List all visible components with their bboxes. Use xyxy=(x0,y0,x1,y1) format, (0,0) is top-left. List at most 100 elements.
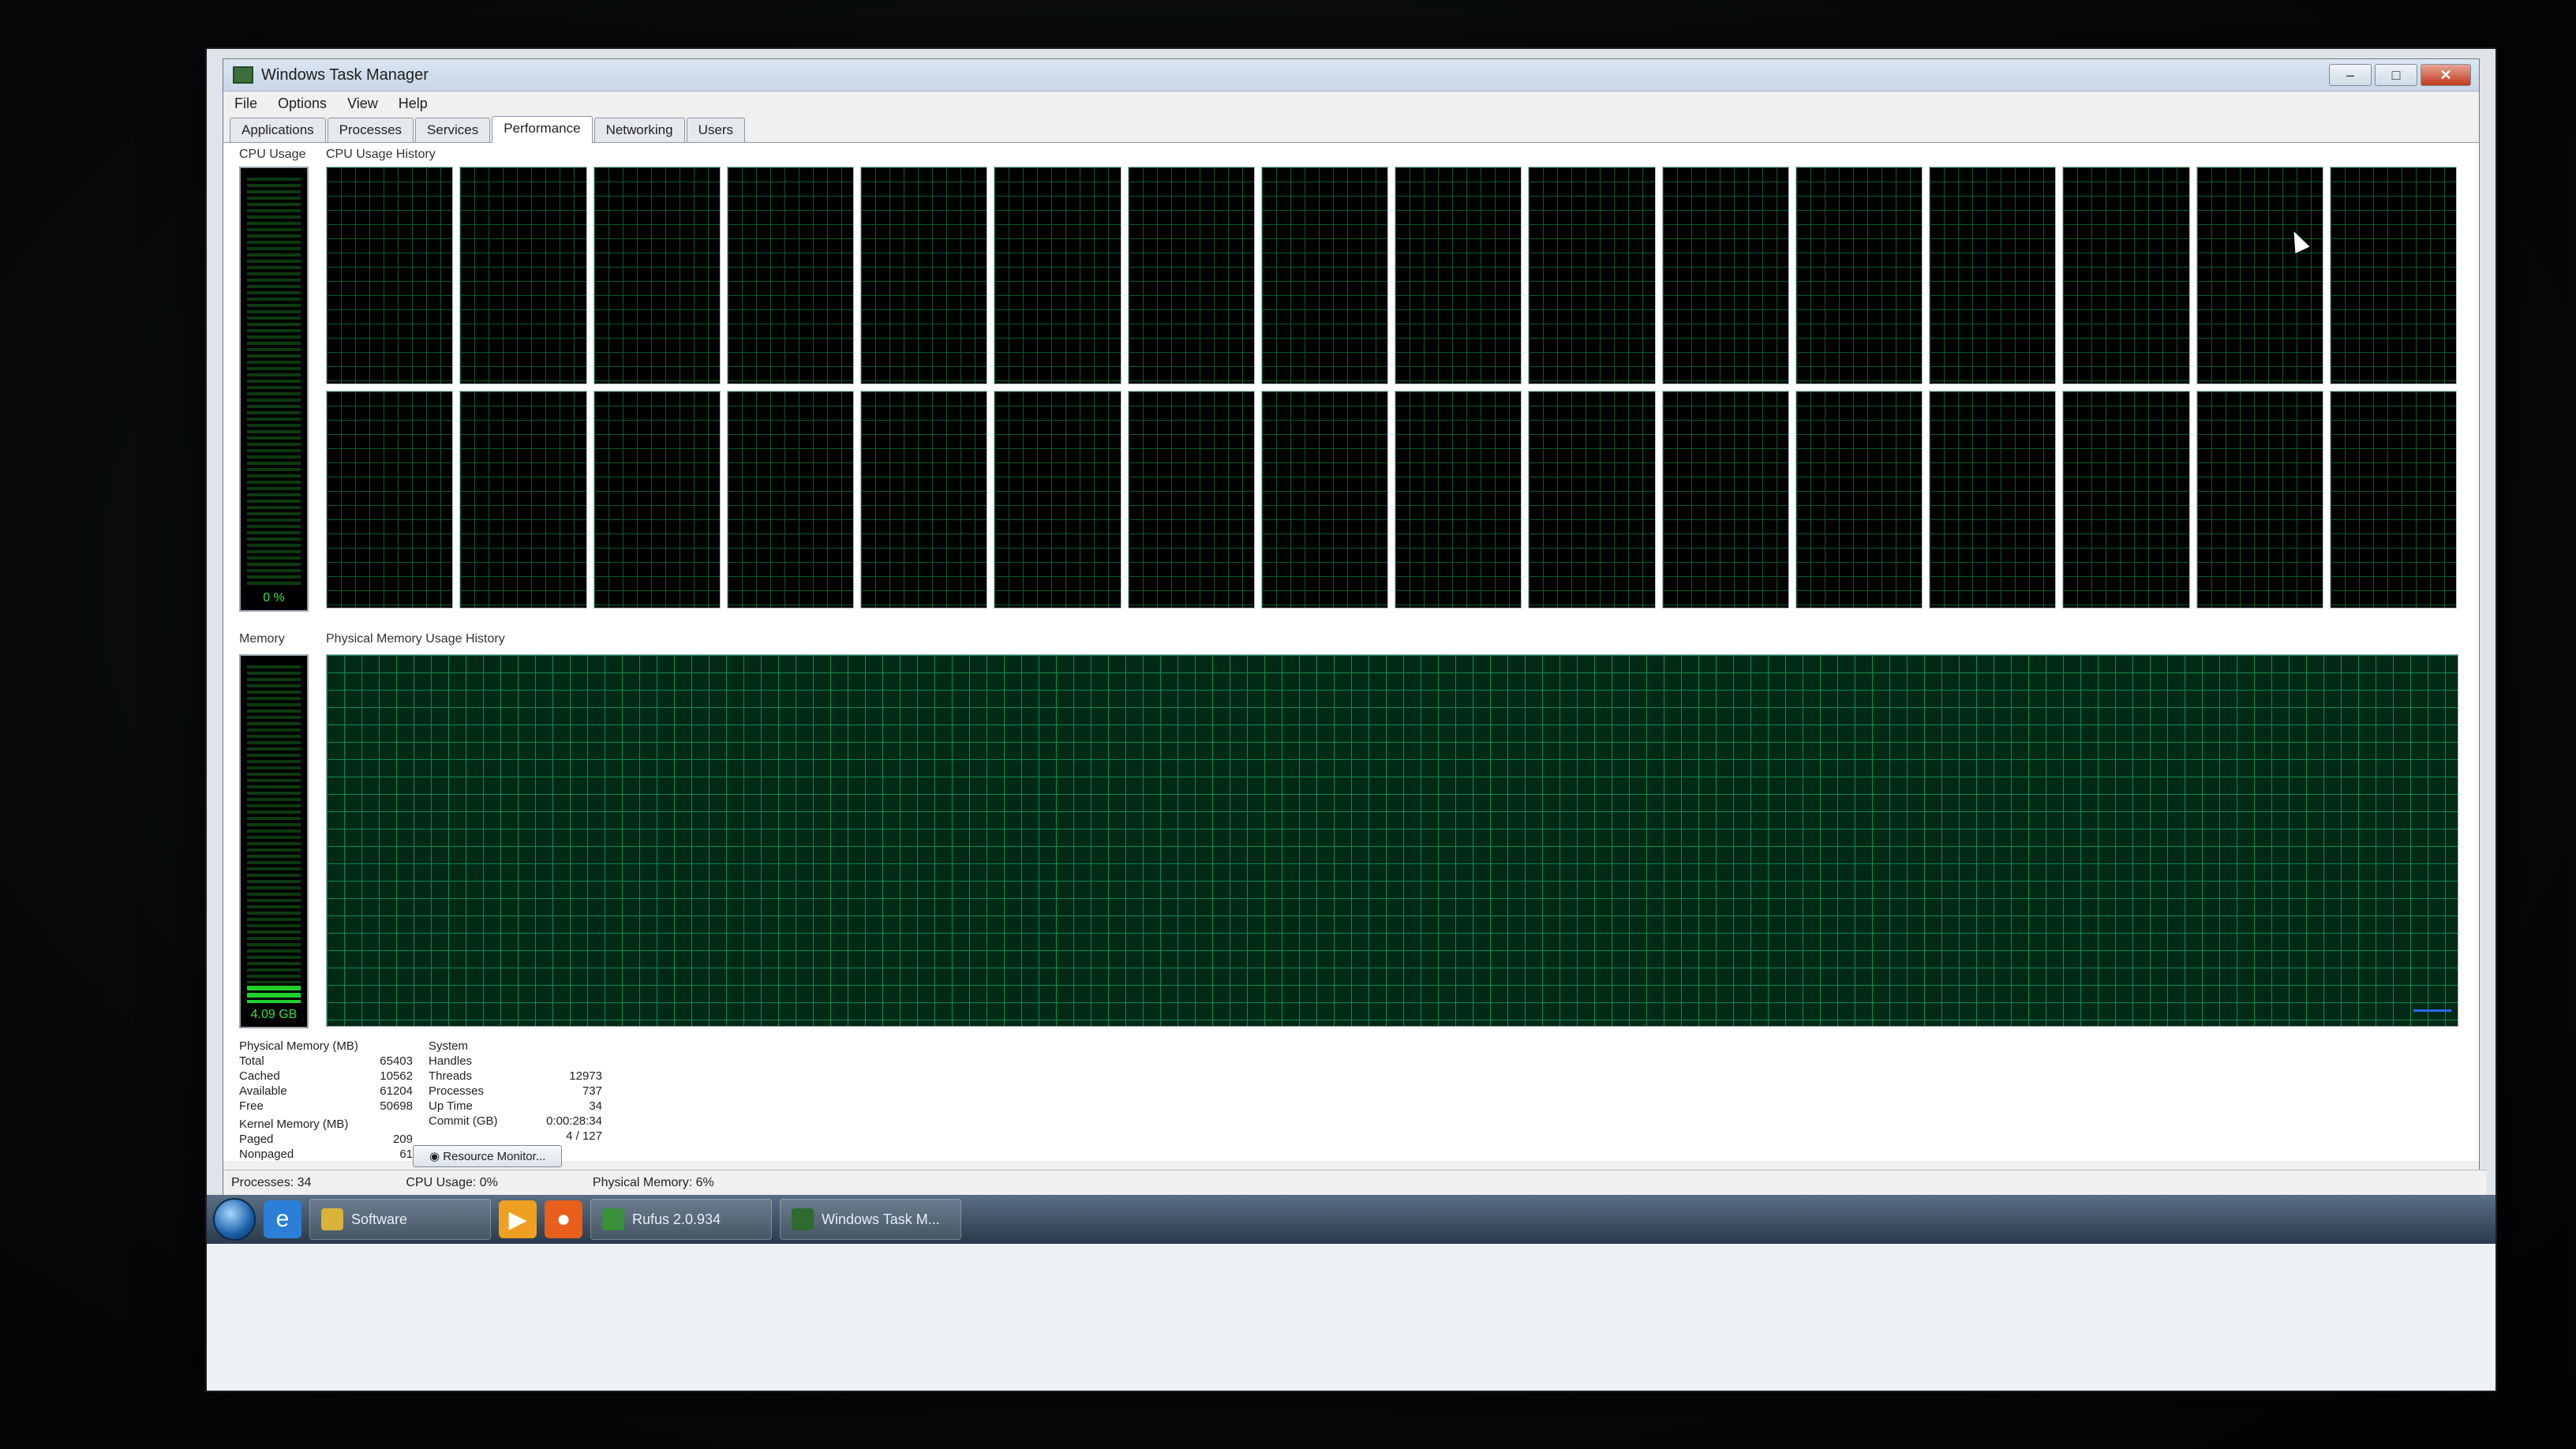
cpu-core-graph xyxy=(2196,391,2323,608)
status-physical-memory: Physical Memory: 6% xyxy=(592,1176,714,1189)
window-controls: – □ ✕ xyxy=(2329,64,2471,86)
cpu-core-graph xyxy=(726,391,854,608)
memory-meter: 4.09 GB xyxy=(239,654,309,1028)
stat-value xyxy=(531,1054,602,1068)
stat-value: 737 xyxy=(582,1084,602,1098)
taskbar-item-rufus[interactable]: Rufus 2.0.934 xyxy=(590,1199,772,1240)
task-manager-app-icon xyxy=(233,66,253,84)
cpu-core-graph xyxy=(2062,391,2190,608)
window-title: Windows Task Manager xyxy=(261,66,429,84)
stat-value: 0:00:28:34 xyxy=(546,1114,602,1128)
cpu-core-graph xyxy=(1528,391,1656,608)
stat-value: 34 xyxy=(589,1099,602,1113)
stat-label: Handles xyxy=(429,1054,473,1068)
stat-label: Cached xyxy=(239,1069,280,1083)
stat-label: Paged xyxy=(239,1133,274,1146)
menu-bar: File Options View Help xyxy=(223,92,2479,115)
stat-label xyxy=(429,1129,531,1143)
desktop-area xyxy=(207,1244,2496,1391)
taskbar-item-task-manager[interactable]: Windows Task M... xyxy=(780,1199,961,1240)
taskbar-item-label: Software xyxy=(351,1211,408,1227)
status-bar: Processes: 34 CPU Usage: 0% Physical Mem… xyxy=(223,1170,2487,1196)
minimize-button[interactable]: – xyxy=(2329,64,2372,86)
menu-file[interactable]: File xyxy=(234,95,257,112)
cpu-core-graph xyxy=(1260,167,1388,384)
cpu-core-graph xyxy=(860,167,988,384)
tab-strip: Applications Processes Services Performa… xyxy=(223,115,2479,143)
stat-label: Total xyxy=(239,1054,264,1068)
memory-history-label: Physical Memory Usage History xyxy=(326,632,505,646)
cpu-core-graph xyxy=(860,391,988,608)
cpu-core-graph xyxy=(1795,391,1923,608)
taskbar-item-label: Windows Task M... xyxy=(822,1211,940,1227)
close-button[interactable]: ✕ xyxy=(2421,64,2471,86)
stat-label: Commit (GB) xyxy=(429,1114,498,1128)
cpu-core-graph xyxy=(1528,167,1656,384)
cpu-core-graph xyxy=(2329,391,2457,608)
memory-history-graph xyxy=(326,654,2458,1027)
stat-value: 209 xyxy=(392,1133,413,1146)
firefox-icon[interactable]: ● xyxy=(545,1200,582,1238)
tab-processes[interactable]: Processes xyxy=(327,118,414,142)
cpu-meter-track xyxy=(247,174,301,586)
cpu-core-graph xyxy=(326,391,454,608)
menu-view[interactable]: View xyxy=(347,95,378,112)
cpu-core-graph xyxy=(593,167,721,384)
cpu-meter-value: 0 % xyxy=(263,591,285,605)
cpu-core-graph xyxy=(326,167,454,384)
resource-monitor-icon: ◉ xyxy=(429,1150,444,1163)
status-cpu-usage: CPU Usage: 0% xyxy=(406,1176,498,1189)
cpu-core-graph xyxy=(1929,391,2057,608)
cpu-core-graph xyxy=(726,167,854,384)
stat-label: Available xyxy=(239,1084,287,1098)
cpu-core-history-grid xyxy=(326,167,2457,608)
memory-label: Memory xyxy=(239,632,285,646)
maximize-button[interactable]: □ xyxy=(2375,64,2417,86)
cpu-core-graph xyxy=(1127,391,1255,608)
cpu-core-graph xyxy=(1395,391,1522,608)
tab-applications[interactable]: Applications xyxy=(230,118,326,142)
stat-label: Up Time xyxy=(429,1099,473,1113)
cpu-core-graph xyxy=(994,391,1121,608)
stat-value: 61 xyxy=(399,1148,413,1161)
cpu-core-graph xyxy=(1395,167,1522,384)
stat-label: Processes xyxy=(429,1084,485,1098)
stat-value: 61204 xyxy=(380,1084,413,1098)
taskbar-item-software[interactable]: Software xyxy=(309,1199,491,1240)
menu-options[interactable]: Options xyxy=(278,95,327,112)
physical-memory-stats: Physical Memory (MB) Total 65403 Cached 10… xyxy=(239,1035,413,1161)
tab-users[interactable]: Users xyxy=(686,118,746,142)
tab-performance[interactable]: Performance xyxy=(492,116,593,143)
internet-explorer-icon[interactable]: e xyxy=(264,1200,301,1238)
stat-value: 10562 xyxy=(380,1069,413,1083)
cpu-usage-label: CPU Usage xyxy=(239,148,306,161)
menu-help[interactable]: Help xyxy=(399,95,428,112)
cpu-core-graph xyxy=(459,167,587,384)
memory-history-line xyxy=(2413,1009,2451,1012)
stat-value: 4 / 127 xyxy=(566,1129,602,1143)
title-bar[interactable]: Windows Task Manager – □ ✕ xyxy=(223,59,2479,92)
physical-memory-heading: Physical Memory (MB) xyxy=(239,1039,358,1053)
stat-label: Nonpaged xyxy=(239,1148,294,1161)
stat-label: Threads xyxy=(429,1069,473,1083)
tab-services[interactable]: Services xyxy=(415,118,491,142)
cpu-core-graph xyxy=(2062,167,2190,384)
cpu-core-graph xyxy=(459,391,587,608)
media-player-icon[interactable]: ▶ xyxy=(499,1200,537,1238)
kernel-memory-heading: Kernel Memory (MB) xyxy=(239,1118,349,1131)
stat-value: 12973 xyxy=(569,1069,602,1083)
task-manager-window: Windows Task Manager – □ ✕ File Options … xyxy=(223,58,2487,1196)
cpu-core-graph xyxy=(1127,167,1255,384)
cpu-core-graph xyxy=(1260,391,1388,608)
rufus-icon xyxy=(602,1208,624,1230)
cpu-core-graph xyxy=(1929,167,2057,384)
cpu-core-graph xyxy=(2329,167,2457,384)
start-button[interactable] xyxy=(213,1198,256,1241)
stat-value: 65403 xyxy=(380,1054,413,1068)
cpu-core-graph xyxy=(1661,167,1789,384)
screen: Windows Task Manager – □ ✕ File Options … xyxy=(205,47,2497,1392)
resource-monitor-button[interactable]: ◉ Resource Monitor... xyxy=(413,1145,563,1167)
stat-value: 50698 xyxy=(380,1099,413,1113)
memory-meter-fill xyxy=(247,983,301,1003)
tab-networking[interactable]: Networking xyxy=(593,118,685,142)
